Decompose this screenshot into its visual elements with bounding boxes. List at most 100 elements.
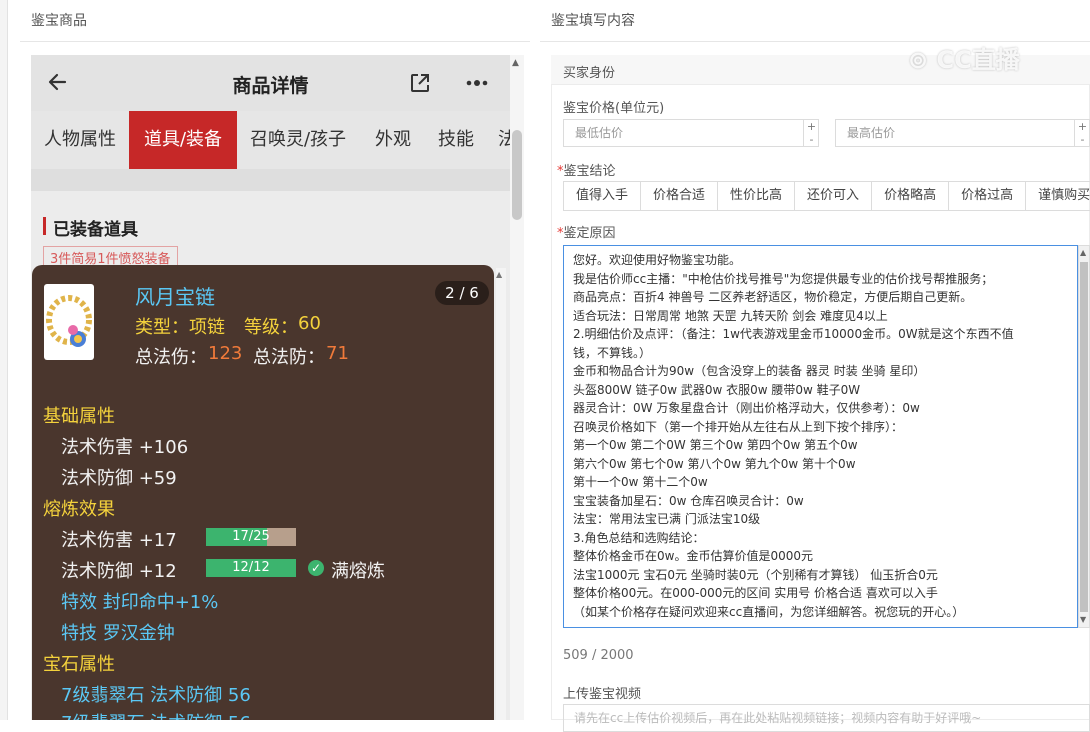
total-mdmg-value: 123	[208, 343, 243, 364]
conclusion-options: 值得入手 价格合适 性价比高 还价可入 价格略高 价格过高 谨慎购买	[563, 181, 1090, 211]
refine-stat-1: 法术伤害 +17	[61, 530, 177, 551]
char-count: 509 / 2000	[563, 648, 634, 663]
conclusion-slightly-high[interactable]: 价格略高	[872, 182, 950, 210]
tab-summon[interactable]: 召唤灵/孩子	[237, 111, 359, 169]
watermark-logo-icon: ⊚	[908, 46, 929, 74]
reason-line-12: 第六个0w 第七个0w 第八个0w 第九个0w 第十个0w	[573, 456, 856, 471]
conclusion-worth-buying[interactable]: 值得入手	[564, 182, 642, 210]
reason-line-8: 头盔800W 链子0w 武器0w 衣服0w 腰带0w 鞋子0W	[573, 382, 861, 397]
item-type: 类型：项链	[135, 317, 225, 338]
reason-line-13: 第十一个0w 第十二个0w	[573, 475, 708, 489]
total-mdef-label: 总法防：	[253, 347, 325, 368]
reason-line-3: 商品亮点：百折4 神兽号 二区养老舒适区，物价稳定，方便后期自己更新。	[573, 290, 973, 304]
conclusion-label-text: 鉴宝结论	[563, 164, 616, 179]
reason-line-4: 适合玩法：日常周常 地煞 天罡 九转天阶 剑会 难度见4以上	[573, 308, 888, 323]
reason-label: *鉴定原因	[557, 222, 616, 241]
category-tabs: 人物属性 道具/装备 召唤灵/孩子 外观 技能 法	[31, 111, 510, 169]
reason-line-7: 金币和物品合计为90w（包含没穿上的装备 器灵 时装 坐骑 星印）	[573, 364, 926, 378]
reason-scroll-up-icon[interactable]: ▲	[1080, 248, 1086, 257]
reason-textarea[interactable]: 您好。欢迎使用好物鉴宝功能。 我是估价师cc主播："中枪估价找号推号"为您提供最…	[563, 245, 1078, 628]
refine-progress-2-text: 12/12	[232, 560, 270, 575]
reason-line-11: 第一个0w 第二个0W 第三个0w 第四个0w 第五个0w	[573, 438, 858, 452]
price-label: 鉴宝价格(单位元)	[563, 101, 665, 116]
refine-title: 熔炼效果	[43, 499, 115, 520]
refine-stat-2: 法术防御 +12	[61, 561, 177, 582]
special-skill: 特技 罗汉金钟	[61, 623, 175, 644]
reason-line-18: 法宝1000元 宝石0元 坐骑时装0元（个别稀有才算钱） 仙玉折合0元	[573, 567, 938, 582]
refine-progress-1: 17/25	[206, 528, 296, 546]
conclusion-good-value[interactable]: 性价比高	[718, 182, 796, 210]
conclusion-bargain[interactable]: 还价可入	[795, 182, 873, 210]
reason-line-17: 整体价格金币在0w。金币估算价值是0000元	[573, 549, 813, 563]
full-refine-label: 满熔炼	[331, 561, 385, 582]
reason-scroll-down-icon[interactable]: ▼	[1080, 615, 1086, 624]
tabs-shadow-strip	[31, 169, 510, 191]
tab-equipment[interactable]: 道具/装备	[129, 111, 237, 169]
reason-line-6: 钱，不算钱。）	[573, 345, 652, 360]
base-stat-1: 法术伤害 +106	[61, 437, 189, 458]
tab-character[interactable]: 人物属性	[31, 111, 129, 169]
gem-row-2: 7级翡翠石 法术防御 56	[61, 709, 251, 720]
reason-line-9: 器灵合计：0W 万象星盘合计（刚出价格浮动大，仅供参考）：0w	[573, 401, 920, 415]
reason-label-text: 鉴定原因	[563, 226, 616, 241]
item-counter: 2 / 6	[435, 281, 489, 305]
reason-line-2: 我是估价师cc主播："中枪估价找号推号"为您提供最专业的估价找号帮推服务；	[573, 271, 994, 286]
max-price-increment[interactable]: +	[1074, 120, 1090, 133]
reason-line-1: 您好。欢迎使用好物鉴宝功能。	[573, 253, 742, 267]
reason-line-15: 法宝：常用法宝已满 门派法宝10级	[573, 512, 761, 526]
min-price-increment[interactable]: +	[803, 120, 819, 133]
max-price-input[interactable]: 最高估价	[835, 119, 1090, 147]
tab-skills[interactable]: 技能	[427, 111, 485, 169]
popup-scroll-up-icon[interactable]: ▲	[496, 270, 502, 279]
checkmark-icon: ✓	[308, 560, 324, 576]
base-stat-2: 法术防御 +59	[61, 468, 177, 489]
reason-line-20: （如某个价格存在疑问欢迎来cc直播间，为您详细解答。祝您玩的开心。）	[573, 604, 965, 619]
preview-scrollbar-thumb[interactable]	[512, 130, 522, 220]
item-level-label: 等级：	[244, 317, 298, 338]
share-icon[interactable]	[409, 72, 431, 94]
video-link-placeholder: 请先在cc上传估价视频后，再在此处粘贴视频链接；视频内容有助于好评哦~	[574, 711, 982, 725]
section-marker	[43, 217, 46, 235]
base-attributes-title: 基础属性	[43, 406, 115, 427]
reason-line-5: 2.明细估价及点评：（备注：1w代表游戏里金币10000金币。0W就是这个东西不…	[573, 327, 1014, 341]
item-level-value: 60	[298, 313, 321, 334]
buyer-identity-label: 买家身份	[563, 66, 616, 81]
refine-progress-2: 12/12	[206, 559, 296, 577]
necklace-icon	[46, 295, 92, 347]
gem-attributes-title: 宝石属性	[43, 654, 115, 675]
popup-scrollbar[interactable]	[496, 268, 506, 720]
video-link-input[interactable]: 请先在cc上传估价视频后，再在此处粘贴视频链接；视频内容有助于好评哦~	[563, 704, 1090, 732]
left-edge-strip	[0, 0, 8, 720]
reason-line-16: 3.角色总结和选购结论：	[573, 530, 705, 545]
watermark-text: CC直播	[936, 46, 1020, 74]
reason-line-14: 宝宝装备加星石：0w 仓库召唤灵合计：0w	[573, 493, 804, 508]
more-icon[interactable]	[463, 72, 491, 94]
conclusion-too-high[interactable]: 价格过高	[949, 182, 1027, 210]
min-price-placeholder: 最低估价	[575, 126, 624, 140]
upload-video-label: 上传鉴宝视频	[563, 687, 642, 702]
refine-progress-1-text: 17/25	[232, 529, 270, 544]
cc-live-watermark: ⊚ CC直播	[908, 40, 1020, 75]
equipped-items-title: 已装备道具	[53, 220, 138, 240]
item-name: 风月宝链	[135, 285, 215, 309]
phone-header: 商品详情	[31, 55, 510, 111]
special-effect: 特效 封印命中+1%	[61, 592, 219, 613]
max-price-decrement[interactable]: -	[1074, 133, 1090, 146]
gem-row-1: 7级翡翠石 法术防御 56	[61, 685, 251, 706]
min-price-decrement[interactable]: -	[803, 133, 819, 146]
conclusion-label: *鉴宝结论	[557, 160, 616, 179]
scroll-up-arrow-icon[interactable]: ▲	[512, 58, 519, 68]
reason-scrollbar-thumb[interactable]	[1080, 262, 1088, 612]
item-image	[44, 284, 94, 360]
tab-appearance[interactable]: 外观	[359, 111, 427, 169]
reason-line-10: 召唤灵价格如下（第一个排开始从左往右从上到下按个排序）：	[573, 419, 904, 434]
conclusion-fair-price[interactable]: 价格合适	[641, 182, 719, 210]
left-title-divider	[20, 41, 530, 42]
total-mdef-value: 71	[326, 343, 349, 364]
reason-line-19: 整体价格00元。在000-000元的区间 实用号 价格合适 喜欢可以入手	[573, 586, 938, 600]
conclusion-cautious[interactable]: 谨慎购买	[1026, 182, 1090, 210]
total-mdmg-label: 总法伤：	[135, 347, 207, 368]
min-price-input[interactable]: 最低估价	[563, 119, 819, 147]
max-price-placeholder: 最高估价	[847, 126, 896, 140]
tab-more[interactable]: 法	[485, 111, 510, 169]
